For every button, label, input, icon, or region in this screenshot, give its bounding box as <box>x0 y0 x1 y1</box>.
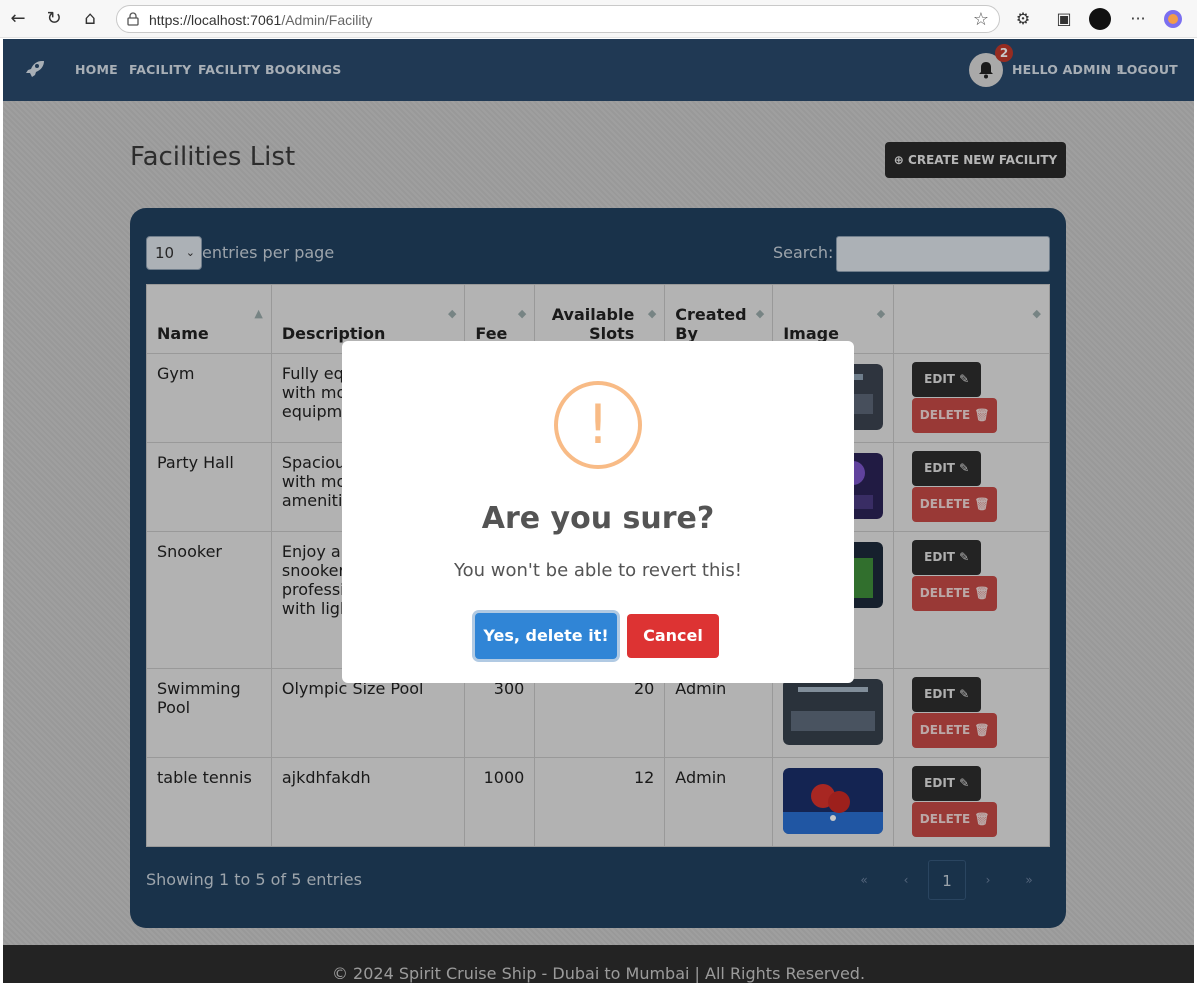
home-icon[interactable]: ⌂ <box>80 9 100 29</box>
copilot-icon[interactable] <box>1162 8 1184 30</box>
address-bar[interactable]: https://localhost:7061/Admin/Facility ☆ <box>116 5 1000 33</box>
extensions-icon[interactable]: ⚙ <box>1012 8 1034 30</box>
confirm-delete-button[interactable]: Yes, delete it! <box>475 613 617 659</box>
url-text: https://localhost:7061/Admin/Facility <box>149 12 373 28</box>
dialog-title: Are you sure? <box>481 501 715 536</box>
cancel-button[interactable]: Cancel <box>627 614 719 658</box>
warning-icon: ! <box>554 381 642 469</box>
more-menu-icon[interactable]: ··· <box>1127 8 1149 30</box>
dialog-message: You won't be able to revert this! <box>454 560 742 581</box>
favorite-star-icon[interactable]: ☆ <box>973 9 989 30</box>
lock-icon <box>127 12 139 26</box>
profile-icon[interactable] <box>1089 8 1111 30</box>
confirm-delete-dialog: ! Are you sure? You won't be able to rev… <box>342 341 854 683</box>
browser-toolbar: ← ↻ ⌂ https://localhost:7061/Admin/Facil… <box>0 0 1197 38</box>
back-icon[interactable]: ← <box>8 9 28 29</box>
reload-icon[interactable]: ↻ <box>44 9 64 29</box>
split-screen-icon[interactable]: ▣ <box>1053 8 1075 30</box>
